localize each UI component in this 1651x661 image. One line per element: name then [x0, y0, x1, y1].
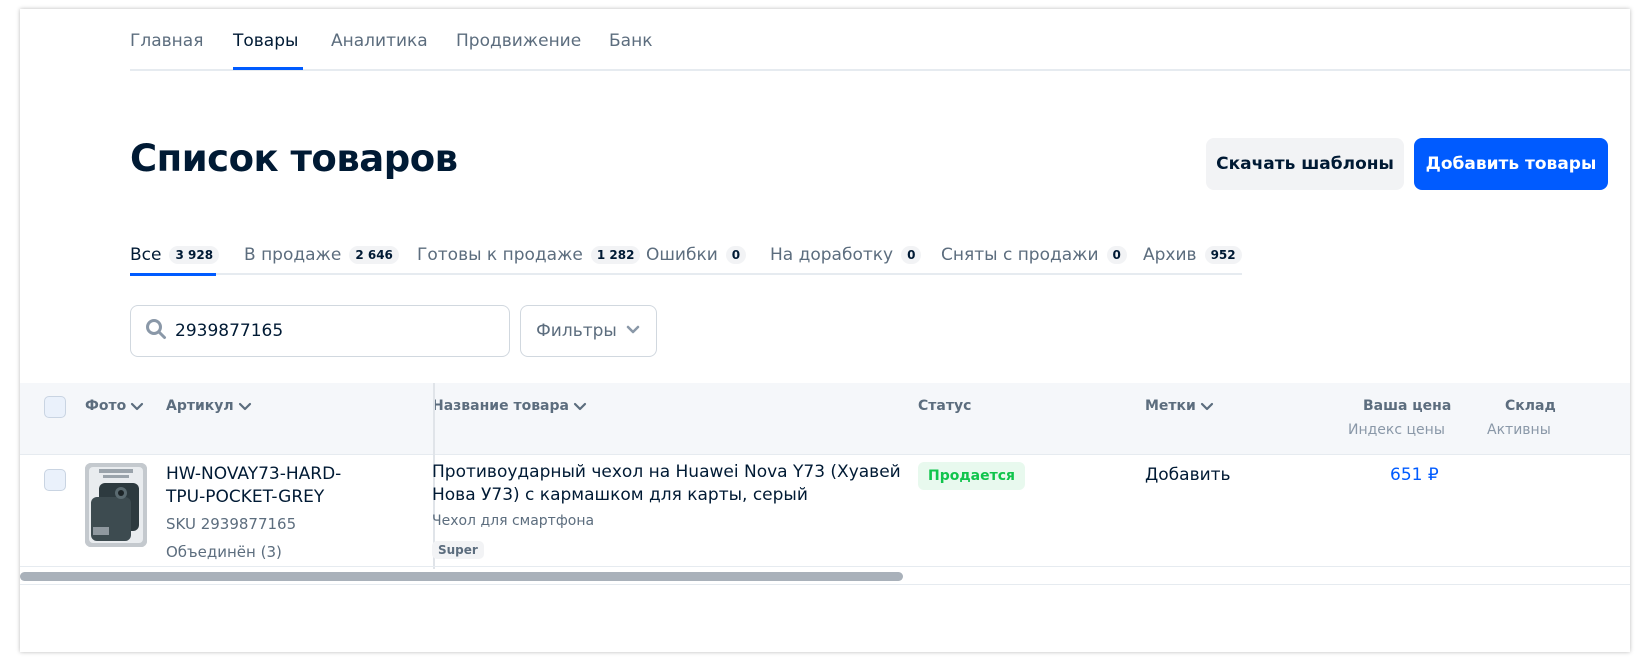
search-icon: [145, 318, 167, 344]
search-box[interactable]: [130, 305, 510, 357]
nav-item-products[interactable]: Товары: [233, 31, 298, 51]
chevron-down-icon: [625, 321, 641, 341]
tab-label: Ошибки: [646, 245, 718, 265]
nav-item-bank[interactable]: Банк: [609, 31, 652, 51]
nav-item-home[interactable]: Главная: [130, 31, 203, 51]
tab-active-underline: [130, 273, 216, 276]
download-templates-button[interactable]: Скачать шаблоны: [1206, 138, 1404, 190]
tab-count-badge: 3 928: [169, 246, 220, 264]
price-link[interactable]: 651 ₽: [1390, 465, 1439, 485]
sku-label: SKU 2939877165: [166, 515, 297, 533]
article-line-1: HW-NOVAY73-HARD-: [166, 464, 342, 484]
tab-ready-to-sell[interactable]: Готовы к продаже 1 282: [417, 245, 641, 265]
status-tabs: Все 3 928 В продаже 2 646 Готовы к прода…: [130, 245, 1242, 276]
column-label: Название товара: [432, 398, 569, 414]
scrollbar-thumb[interactable]: [20, 572, 903, 581]
column-price: Ваша цена: [1363, 398, 1451, 414]
top-nav: Главная Товары Аналитика Продвижение Бан…: [130, 9, 1630, 71]
add-products-button[interactable]: Добавить товары: [1414, 138, 1608, 190]
select-all-checkbox[interactable]: [44, 396, 66, 418]
tab-all[interactable]: Все 3 928: [130, 245, 220, 265]
tab-label: Готовы к продаже: [417, 245, 583, 265]
tab-on-sale[interactable]: В продаже 2 646: [244, 245, 399, 265]
nav-item-promotion[interactable]: Продвижение: [456, 31, 581, 51]
chevron-down-icon: [238, 402, 251, 411]
column-status: Статус: [918, 398, 971, 414]
column-tags[interactable]: Метки: [1145, 398, 1214, 414]
nav-active-underline: [233, 67, 303, 70]
tab-count-badge: 0: [725, 246, 747, 264]
chevron-down-icon: [131, 402, 144, 411]
chevron-down-icon: [573, 402, 587, 411]
column-label: Склад: [1505, 398, 1556, 414]
divider: [20, 584, 1630, 585]
product-tag-badge: Super: [432, 541, 484, 559]
column-article[interactable]: Артикул: [166, 398, 252, 414]
combined-link[interactable]: Объединён (3): [166, 543, 282, 561]
status-badge: Продается: [918, 462, 1026, 490]
article-line-2: TPU-POCKET-GREY: [166, 487, 325, 507]
app-window: Главная Товары Аналитика Продвижение Бан…: [20, 9, 1630, 652]
search-input[interactable]: [175, 321, 475, 341]
tab-count-badge: 2 646: [349, 246, 399, 264]
tab-count-badge: 0: [1106, 246, 1127, 264]
column-label: Метки: [1145, 398, 1196, 414]
nav-item-analytics[interactable]: Аналитика: [331, 31, 428, 51]
tab-label: Все: [130, 245, 162, 265]
tab-label: Архив: [1143, 245, 1197, 265]
column-stock: Склад: [1505, 398, 1556, 414]
column-label: Ваша цена: [1363, 398, 1452, 414]
tab-count-badge: 1 282: [590, 246, 641, 264]
filters-button[interactable]: Фильтры: [520, 305, 657, 357]
row-checkbox[interactable]: [44, 469, 66, 491]
tab-label: На доработку: [770, 245, 894, 265]
tab-count-badge: 0: [901, 246, 922, 264]
column-photo[interactable]: Фото: [85, 398, 144, 414]
product-name[interactable]: Противоударный чехол на Huawei Nova Y73 …: [432, 461, 902, 507]
column-price-index: Индекс цены: [1348, 422, 1445, 438]
table-row[interactable]: HW-NOVAY73-HARD- TPU-POCKET-GREY SKU 293…: [20, 455, 1630, 567]
column-label: Фото: [85, 398, 127, 414]
tab-needs-revision[interactable]: На доработку 0: [770, 245, 922, 265]
tab-count-badge: 952: [1204, 246, 1242, 264]
column-name[interactable]: Название товара: [432, 398, 587, 414]
column-label: Статус: [918, 398, 972, 414]
tab-errors[interactable]: Ошибки 0: [646, 245, 747, 265]
product-photo[interactable]: [85, 463, 147, 547]
table-header: Фото Артикул Название товара Статус Метк…: [20, 383, 1630, 455]
column-label: Артикул: [166, 398, 234, 414]
filters-label: Фильтры: [536, 321, 617, 341]
column-stock-active: Активны: [1487, 422, 1551, 438]
horizontal-scrollbar[interactable]: [20, 570, 1630, 582]
product-category: Чехол для смартфона: [432, 513, 595, 529]
tab-removed-from-sale[interactable]: Сняты с продажи 0: [941, 245, 1127, 265]
add-tag-link[interactable]: Добавить: [1145, 465, 1231, 485]
tab-label: В продаже: [244, 245, 342, 265]
chevron-down-icon: [1200, 402, 1213, 411]
page-title: Список товаров: [130, 137, 458, 180]
tab-label: Сняты с продажи: [941, 245, 1099, 265]
tab-archive[interactable]: Архив 952: [1143, 245, 1242, 265]
